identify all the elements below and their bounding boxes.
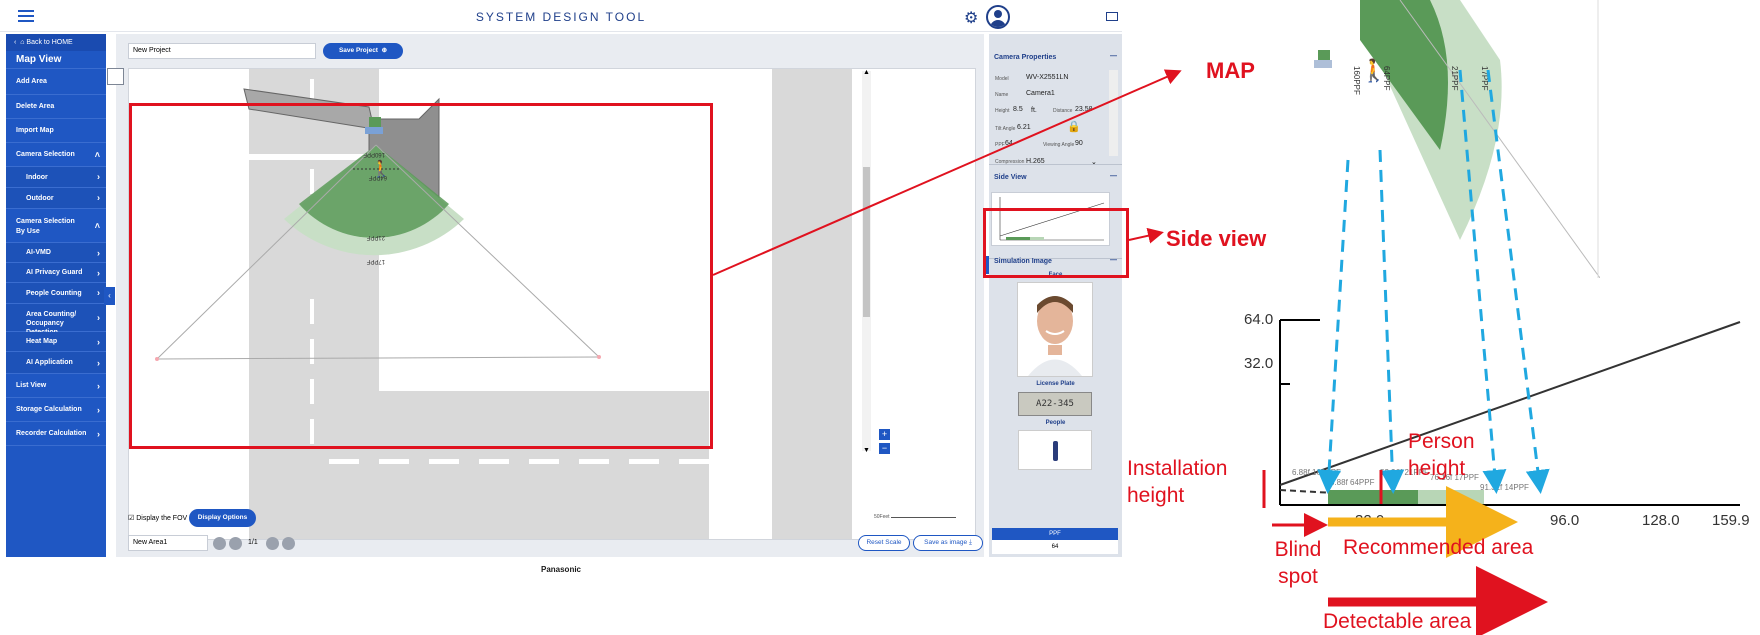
installation-height-label: Installation height: [1127, 457, 1228, 507]
recommended-area-label: Recommended area: [1343, 536, 1534, 559]
projection-arrow: [1317, 159, 1350, 494]
detectable-area-label: Detectable area: [1323, 610, 1472, 633]
blind-spot-label: Blind spot: [1274, 538, 1322, 588]
projection-arrow: [1486, 69, 1550, 494]
person-height-label: Person height: [1408, 430, 1475, 480]
projection-arrow: [1378, 149, 1405, 494]
projection-arrow: [1458, 69, 1507, 494]
